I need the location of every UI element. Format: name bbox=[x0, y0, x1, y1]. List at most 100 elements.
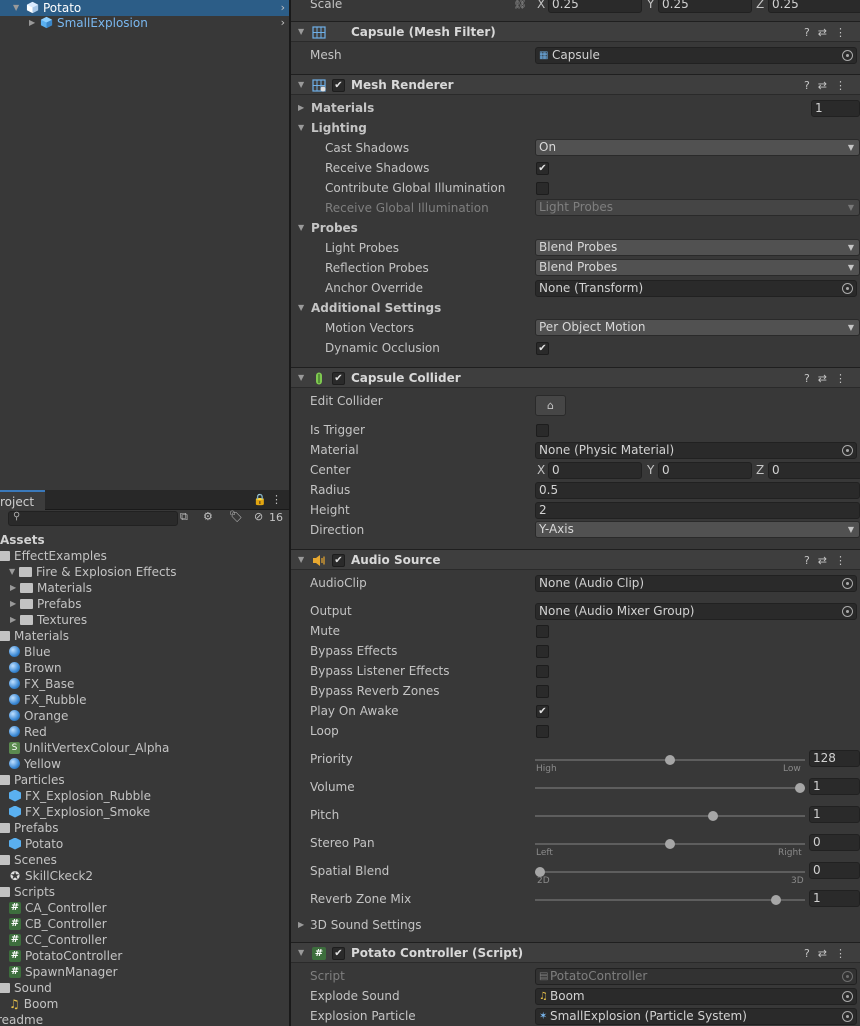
hierarchy-item-potato[interactable]: ▼ Potato › bbox=[0, 0, 289, 16]
asset-item[interactable]: FX_Explosion_Smoke bbox=[9, 804, 150, 820]
asset-item[interactable]: Potato bbox=[9, 836, 63, 852]
component-header-icons[interactable]: ?⇄⋮ bbox=[804, 944, 854, 964]
assets-root[interactable]: Assets bbox=[0, 532, 45, 548]
enabled-checkbox[interactable]: ✔ bbox=[332, 79, 345, 92]
tag-icon[interactable]: 🏷 bbox=[229, 510, 243, 523]
asset-item[interactable]: Scripts bbox=[0, 884, 55, 900]
asset-item[interactable]: Particles bbox=[0, 772, 65, 788]
search-by-type-icon[interactable]: ⧉ bbox=[180, 510, 188, 524]
stereo-pan-field[interactable]: 0 bbox=[809, 834, 860, 851]
direction-dropdown[interactable]: Y-Axis ▼ bbox=[535, 521, 860, 538]
pitch-slider-knob[interactable] bbox=[708, 811, 719, 821]
sound3d-row[interactable]: ▶ 3D Sound Settings bbox=[291, 915, 860, 935]
asset-item[interactable]: Sound bbox=[0, 980, 52, 996]
collapse-triangle-icon[interactable]: ▼ bbox=[298, 118, 304, 138]
lighting-row[interactable]: ▼ Lighting bbox=[291, 118, 860, 138]
center-x-field[interactable]: 0 bbox=[548, 462, 642, 479]
dynamic-occlusion-checkbox[interactable]: ✔ bbox=[536, 342, 549, 355]
anchor-override-field[interactable]: None (Transform) bbox=[535, 280, 857, 297]
materials-count-field[interactable]: 1 bbox=[811, 100, 860, 117]
bypass-listener-checkbox[interactable] bbox=[536, 665, 549, 678]
enabled-checkbox[interactable]: ✔ bbox=[332, 947, 345, 960]
expand-triangle-icon[interactable]: ▶ bbox=[298, 98, 304, 118]
receive-shadows-checkbox[interactable]: ✔ bbox=[536, 162, 549, 175]
asset-item[interactable]: ▼ Fire & Explosion Effects bbox=[9, 564, 177, 580]
center-z-field[interactable]: 0 bbox=[768, 462, 860, 479]
enabled-checkbox[interactable]: ✔ bbox=[332, 554, 345, 567]
mesh-filter-header[interactable]: ▼ Capsule (Mesh Filter) ?⇄⋮ bbox=[291, 21, 860, 42]
audio-source-header[interactable]: ▼ ✔ Audio Source ?⇄⋮ bbox=[291, 549, 860, 570]
audioclip-field[interactable]: None (Audio Clip) bbox=[535, 575, 857, 592]
expand-triangle-icon[interactable]: ▶ bbox=[10, 612, 20, 628]
collapse-triangle-icon[interactable]: ▼ bbox=[298, 948, 304, 957]
reflection-probes-dropdown[interactable]: Blend Probes ▼ bbox=[535, 259, 860, 276]
materials-row[interactable]: ▶ Materials 1 bbox=[291, 98, 860, 118]
collider-material-field[interactable]: None (Physic Material) bbox=[535, 442, 857, 459]
expand-triangle-icon[interactable]: ▼ bbox=[13, 0, 19, 16]
priority-slider[interactable] bbox=[535, 755, 805, 765]
additional-settings-row[interactable]: ▼ Additional Settings bbox=[291, 298, 860, 318]
project-tab[interactable]: roject bbox=[0, 490, 45, 510]
scale-y-field[interactable]: 0.25 bbox=[658, 0, 752, 13]
capsule-collider-header[interactable]: ▼ ✔ Capsule Collider ?⇄⋮ bbox=[291, 367, 860, 388]
asset-item[interactable]: Brown bbox=[9, 660, 62, 676]
collapse-triangle-icon[interactable]: ▼ bbox=[9, 564, 19, 580]
pitch-field[interactable]: 1 bbox=[809, 806, 860, 823]
asset-item[interactable]: EffectExamples bbox=[0, 548, 107, 564]
probes-row[interactable]: ▼ Probes bbox=[291, 218, 860, 238]
asset-item[interactable]: FX_Explosion_Rubble bbox=[9, 788, 151, 804]
stereo-pan-slider-knob[interactable] bbox=[665, 839, 675, 849]
asset-item[interactable]: ✪ SkillCkeck2 bbox=[9, 868, 93, 884]
collapse-triangle-icon[interactable]: ▼ bbox=[298, 298, 304, 318]
height-field[interactable]: 2 bbox=[535, 502, 860, 519]
expand-triangle-icon[interactable]: ▶ bbox=[29, 15, 35, 31]
chevron-right-icon[interactable]: › bbox=[281, 15, 285, 31]
scale-x-field[interactable]: 0.25 bbox=[548, 0, 642, 13]
component-header-icons[interactable]: ?⇄⋮ bbox=[804, 551, 854, 571]
asset-item[interactable]: Prefabs bbox=[0, 820, 59, 836]
collapse-triangle-icon[interactable]: ▼ bbox=[298, 27, 304, 36]
scale-z-field[interactable]: 0.25 bbox=[768, 0, 860, 13]
stereo-pan-slider[interactable] bbox=[535, 839, 805, 849]
cast-shadows-dropdown[interactable]: On ▼ bbox=[535, 139, 860, 156]
is-trigger-checkbox[interactable] bbox=[536, 424, 549, 437]
volume-slider-knob[interactable] bbox=[795, 783, 805, 793]
chevron-right-icon[interactable]: › bbox=[281, 0, 285, 16]
center-y-field[interactable]: 0 bbox=[658, 462, 752, 479]
asset-item[interactable]: Scenes bbox=[0, 852, 57, 868]
contribute-gi-checkbox[interactable] bbox=[536, 182, 549, 195]
volume-slider[interactable] bbox=[535, 783, 805, 793]
edit-collider-button[interactable]: ⌂ bbox=[535, 395, 566, 416]
collapse-triangle-icon[interactable]: ▼ bbox=[298, 218, 304, 238]
pitch-slider[interactable] bbox=[535, 811, 805, 821]
light-probes-dropdown[interactable]: Blend Probes ▼ bbox=[535, 239, 860, 256]
collapse-triangle-icon[interactable]: ▼ bbox=[298, 80, 304, 89]
asset-item[interactable]: # SpawnManager bbox=[9, 964, 118, 980]
explode-sound-field[interactable]: ♫ Boom bbox=[535, 988, 857, 1005]
object-picker-icon[interactable] bbox=[842, 445, 853, 456]
play-on-awake-checkbox[interactable]: ✔ bbox=[536, 705, 549, 718]
radius-field[interactable]: 0.5 bbox=[535, 482, 860, 499]
mesh-renderer-header[interactable]: ▼ ✔ Mesh Renderer ?⇄⋮ bbox=[291, 74, 860, 95]
asset-item[interactable]: ▶ Prefabs bbox=[10, 596, 82, 612]
expand-triangle-icon[interactable]: ▶ bbox=[298, 915, 304, 935]
lock-icon[interactable]: 🔒 bbox=[253, 493, 267, 506]
asset-item[interactable]: # CA_Controller bbox=[9, 900, 107, 916]
expand-triangle-icon[interactable]: ▶ bbox=[10, 580, 20, 596]
collapse-triangle-icon[interactable]: ▼ bbox=[298, 555, 304, 564]
asset-item[interactable]: ▶ Materials bbox=[10, 580, 92, 596]
explosion-particle-field[interactable]: ✶ SmallExplosion (Particle System) bbox=[535, 1008, 857, 1025]
potato-controller-header[interactable]: ▼ # ✔ Potato Controller (Script) ?⇄⋮ bbox=[291, 942, 860, 963]
collapse-triangle-icon[interactable]: ▼ bbox=[298, 373, 304, 382]
priority-slider-knob[interactable] bbox=[665, 755, 675, 765]
reverb-mix-slider[interactable] bbox=[535, 895, 805, 905]
asset-item[interactable]: Materials bbox=[0, 628, 69, 644]
bypass-reverb-checkbox[interactable] bbox=[536, 685, 549, 698]
hidden-packages-icon[interactable]: ⊘ bbox=[254, 510, 263, 523]
asset-item[interactable]: ♫ Boom bbox=[9, 996, 58, 1012]
reverb-mix-field[interactable]: 1 bbox=[809, 890, 860, 907]
object-picker-icon[interactable] bbox=[842, 283, 853, 294]
asset-item[interactable]: # PotatoController bbox=[9, 948, 122, 964]
enabled-checkbox[interactable]: ✔ bbox=[332, 372, 345, 385]
constrain-proportions-icon[interactable]: ⛓ bbox=[513, 0, 527, 14]
